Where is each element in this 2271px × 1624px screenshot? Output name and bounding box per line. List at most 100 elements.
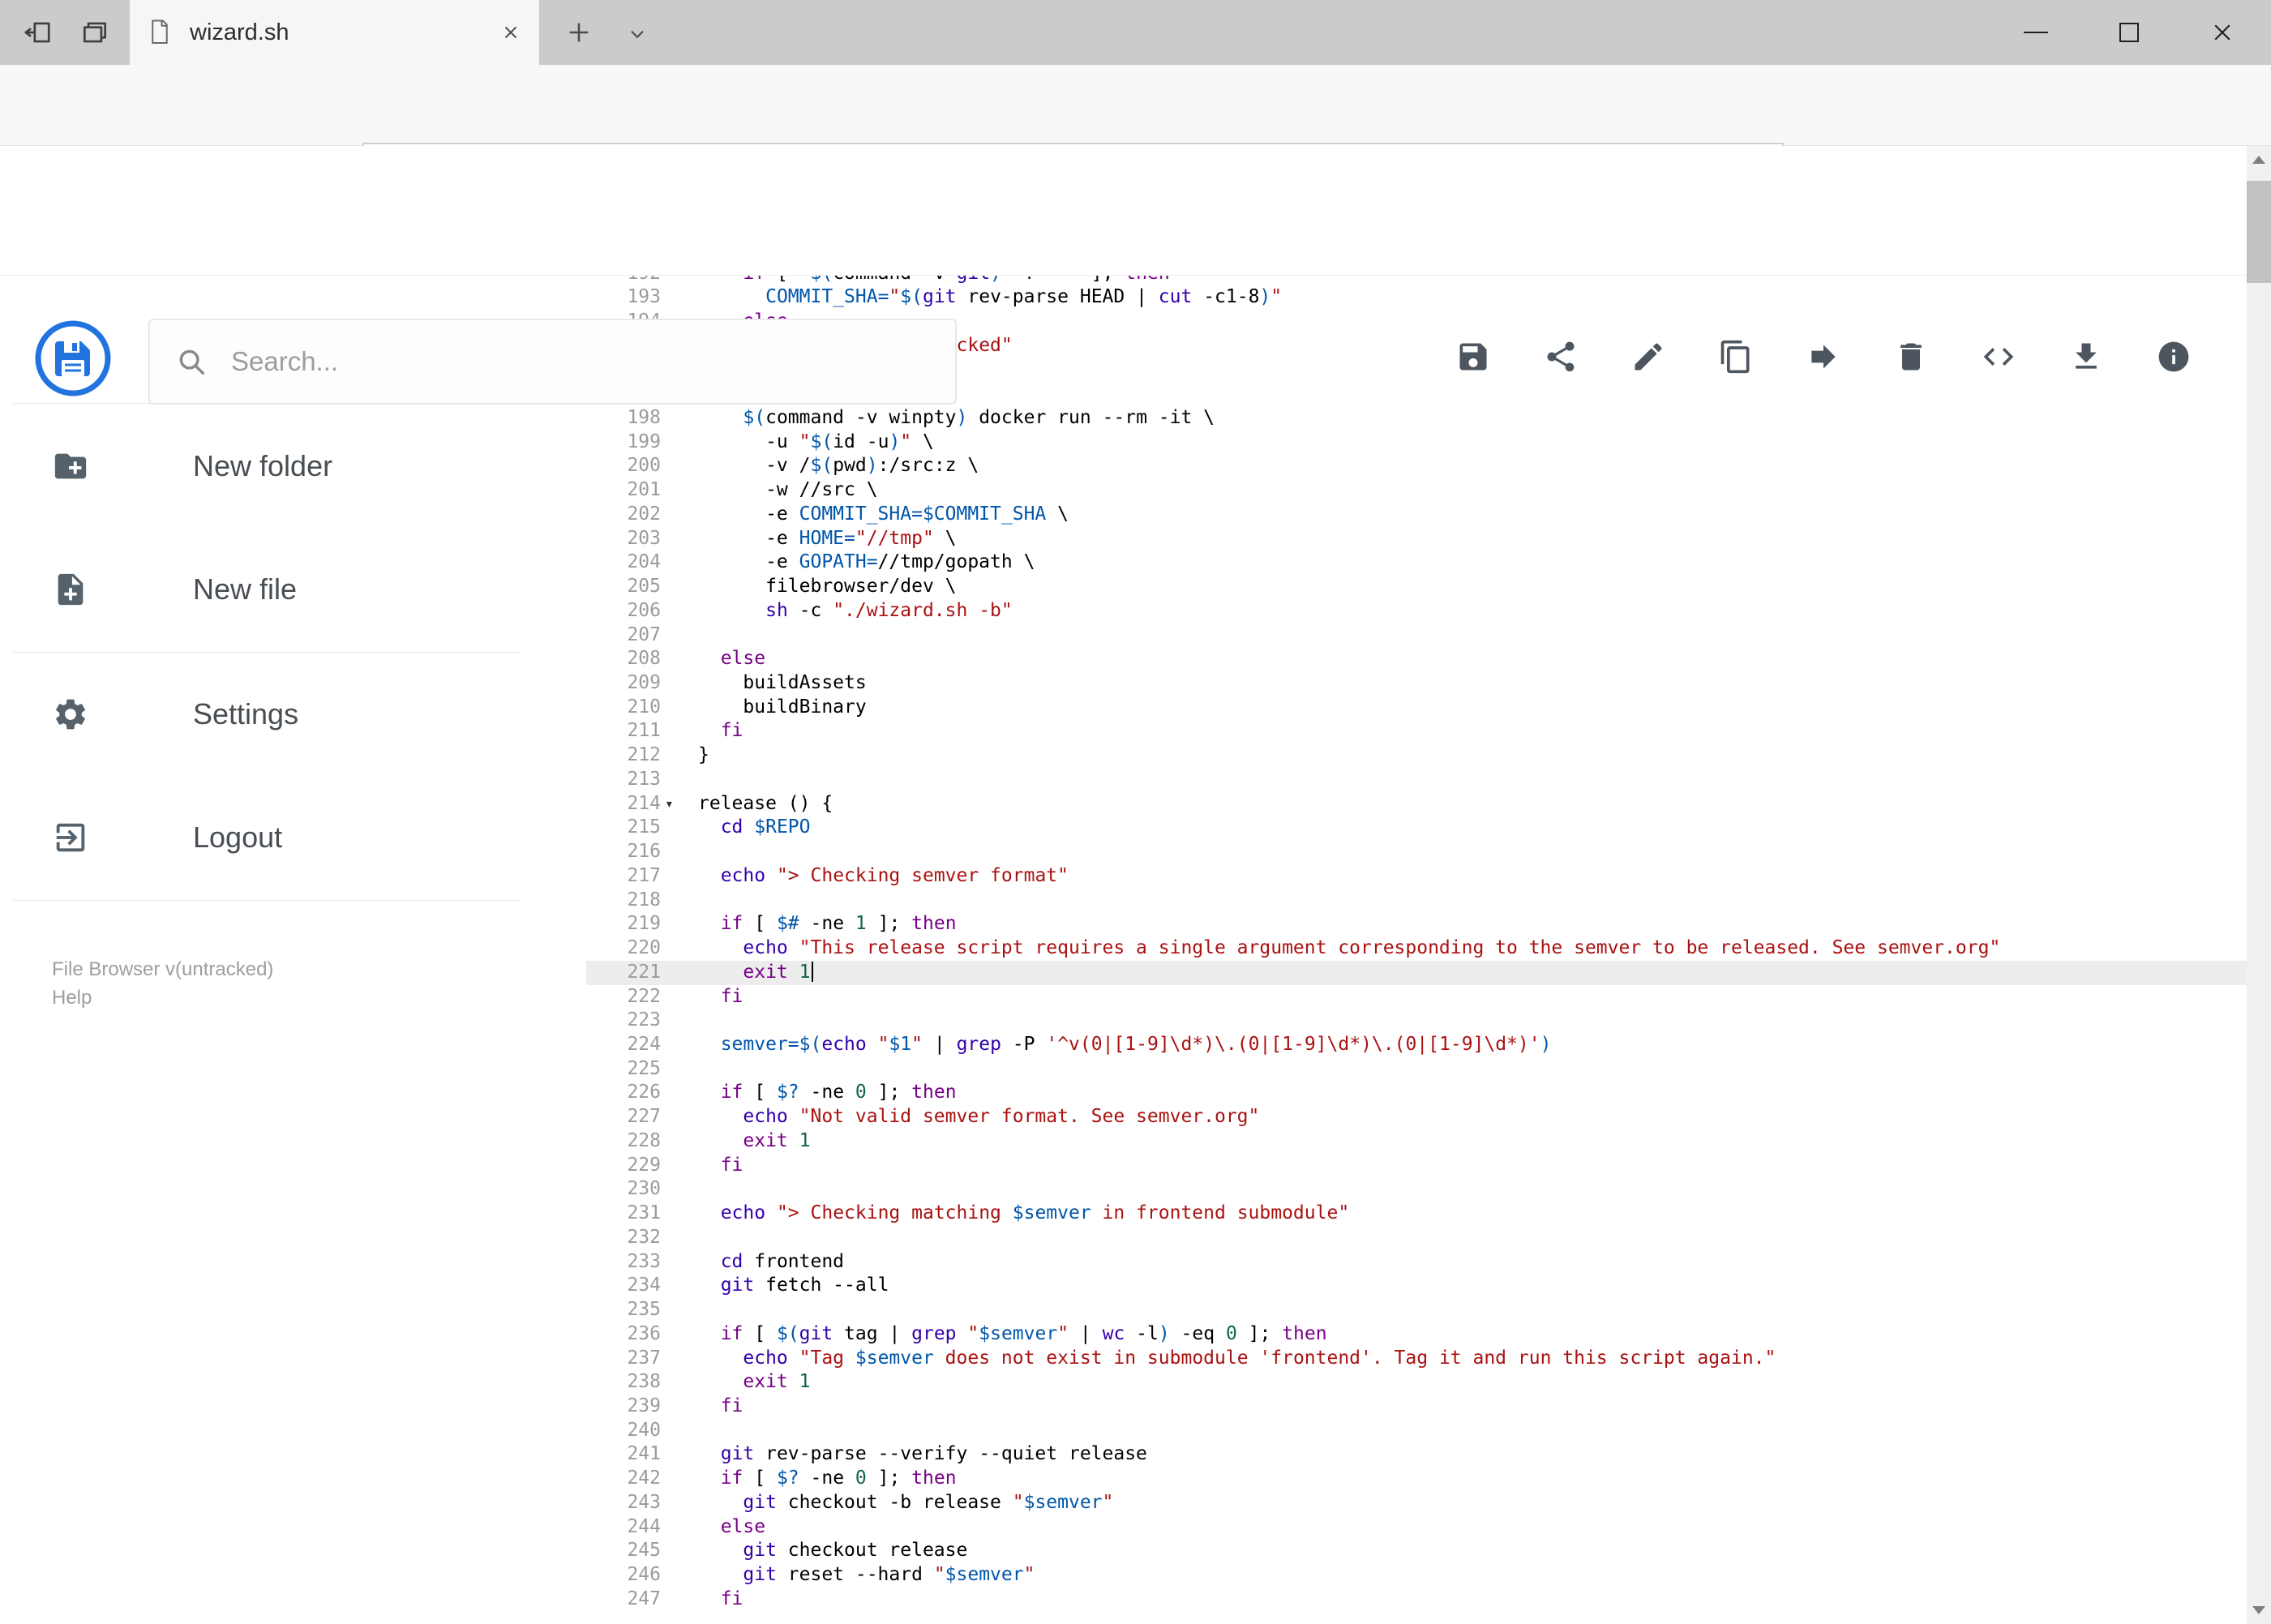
code-line[interactable]: 244 else [586,1515,2247,1540]
code-line[interactable]: 231 echo "> Checking matching $semver in… [586,1202,2247,1226]
code-text: if [ "$(command -v git)" != "" ]; then [698,276,2247,285]
code-line[interactable]: 201 -w //src \ [586,478,2247,503]
fold-gutter [661,1202,698,1226]
code-line[interactable]: 209 buildAssets [586,671,2247,696]
code-line[interactable]: 215 cd $REPO [586,816,2247,840]
code-line[interactable]: 229 fi [586,1154,2247,1178]
code-line[interactable]: 221 exit 1 [586,960,2247,985]
code-line[interactable]: 192 if [ "$(command -v git)" != "" ]; th… [586,276,2247,285]
code-line[interactable]: 247 fi [586,1588,2247,1612]
close-button[interactable] [2190,0,2255,65]
code-line[interactable]: 239 fi [586,1395,2247,1419]
code-line[interactable]: 208 else [586,647,2247,671]
code-view-button[interactable] [1979,337,2018,376]
fold-marker-icon[interactable]: ▾ [661,792,698,816]
browser-tab[interactable]: wizard.sh [130,0,539,65]
code-line[interactable]: 220 echo "This release script requires a… [586,936,2247,961]
fold-gutter [661,985,698,1009]
new-tab-button[interactable] [561,16,597,49]
set-tabs-aside-icon[interactable] [22,17,53,48]
search-input[interactable] [231,346,896,377]
fold-gutter [661,551,698,575]
code-line[interactable]: 199 -u "$(id -u)" \ [586,431,2247,455]
info-icon [2158,341,2189,372]
code-line[interactable]: 241 git rev-parse --verify --quiet relea… [586,1442,2247,1467]
code-line[interactable]: 210 buildBinary [586,696,2247,720]
line-number: 216 [627,841,661,863]
code-line[interactable]: 226 if [ $? -ne 0 ]; then [586,1081,2247,1105]
download-button[interactable] [2067,337,2106,376]
info-button[interactable] [2154,337,2193,376]
tab-list-chevron-icon[interactable] [623,21,652,45]
code-line[interactable]: 234 git fetch --all [586,1274,2247,1298]
code-line[interactable]: 211 fi [586,719,2247,743]
code-line[interactable]: 218 [586,889,2247,913]
move-arrow-icon [1811,345,1836,369]
delete-button[interactable] [1892,337,1930,376]
sidebar-item-logout[interactable]: Logout [0,793,586,882]
sidebar-divider [13,652,521,653]
code-line[interactable]: 213 [586,768,2247,792]
move-button[interactable] [1804,337,1843,376]
code-line[interactable]: 219 if [ $# -ne 1 ]; then [586,912,2247,936]
code-line[interactable]: 216 [586,840,2247,864]
line-number: 192 [586,276,661,285]
code-line[interactable]: 232 [586,1226,2247,1250]
code-line[interactable]: 207 [586,623,2247,648]
code-text: echo "> Checking matching $semver in fro… [720,1202,1350,1224]
code-line[interactable]: 243 git checkout -b release "$semver" [586,1491,2247,1515]
code-line[interactable]: 228 exit 1 [586,1129,2247,1154]
code-line[interactable]: 224 semver=$(echo "$1" | grep -P '^v(0|[… [586,1033,2247,1057]
code-line[interactable]: 245 git checkout release [586,1539,2247,1563]
code-line[interactable]: 202 -e COMMIT_SHA=$COMMIT_SHA \ [586,503,2247,527]
code-line[interactable]: 204 -e GOPATH=//tmp/gopath \ [586,551,2247,575]
code-line[interactable]: 200 -v /$(pwd):/src:z \ [586,454,2247,478]
help-link[interactable]: Help [52,983,273,1012]
code-line[interactable]: 236 if [ $(git tag | grep "$semver" | wc… [586,1322,2247,1347]
fold-gutter [661,1370,698,1395]
scrollbar-down-button[interactable] [2247,1596,2271,1624]
code-line[interactable]: 230 [586,1177,2247,1202]
code-line[interactable]: 225 [586,1057,2247,1082]
code-line[interactable]: 212} [586,743,2247,768]
code-line[interactable]: 214 ▾ release () { [586,792,2247,816]
code-line[interactable]: 206 sh -c "./wizard.sh -b" [586,599,2247,623]
download-icon [2076,343,2097,369]
code-text: git fetch --all [720,1275,889,1296]
app-logo[interactable] [34,319,112,397]
fold-gutter [661,276,698,285]
code-line[interactable]: 235 [586,1298,2247,1322]
code-line[interactable]: 242 if [ $? -ne 0 ]; then [586,1467,2247,1491]
code-line[interactable]: 240 [586,1419,2247,1443]
share-file-button[interactable] [1541,337,1580,376]
sidebar-item-new-folder[interactable]: New folder [0,422,586,511]
scrollbar-thumb[interactable] [2247,181,2271,283]
code-text: -u "$(id -u)" \ [698,431,934,452]
save-button[interactable] [1454,337,1493,376]
tabs-set-aside-icon[interactable] [79,17,110,48]
scrollbar[interactable] [2247,146,2271,1624]
code-line[interactable]: 238 exit 1 [586,1370,2247,1395]
scroll-up-icon [2252,156,2265,164]
copy-button[interactable] [1716,337,1755,376]
tab-close-icon[interactable] [500,22,521,43]
code-line[interactable]: 223 [586,1009,2247,1033]
line-number: 226 [627,1082,661,1103]
code-line[interactable]: 227 echo "Not valid semver format. See s… [586,1105,2247,1129]
code-editor[interactable]: 192 if [ "$(command -v git)" != "" ]; th… [586,276,2247,1624]
maximize-button[interactable] [2097,0,2162,65]
code-line[interactable]: 205 filebrowser/dev \ [586,575,2247,599]
code-line[interactable]: 222 fi [586,985,2247,1009]
code-line[interactable]: 203 -e HOME="//tmp" \ [586,527,2247,551]
code-line[interactable]: 217 echo "> Checking semver format" [586,864,2247,889]
minimize-button[interactable] [2003,0,2068,65]
code-line[interactable]: 246 git reset --hard "$semver" [586,1563,2247,1588]
search-box[interactable] [148,319,957,405]
rename-button[interactable] [1629,337,1668,376]
code-line[interactable]: 237 echo "Tag $semver does not exist in … [586,1347,2247,1371]
code-line[interactable]: 233 cd frontend [586,1250,2247,1275]
sidebar-item-settings[interactable]: Settings [0,670,586,759]
scrollbar-up-button[interactable] [2247,146,2271,174]
sidebar-item-new-file[interactable]: New file [0,545,586,634]
